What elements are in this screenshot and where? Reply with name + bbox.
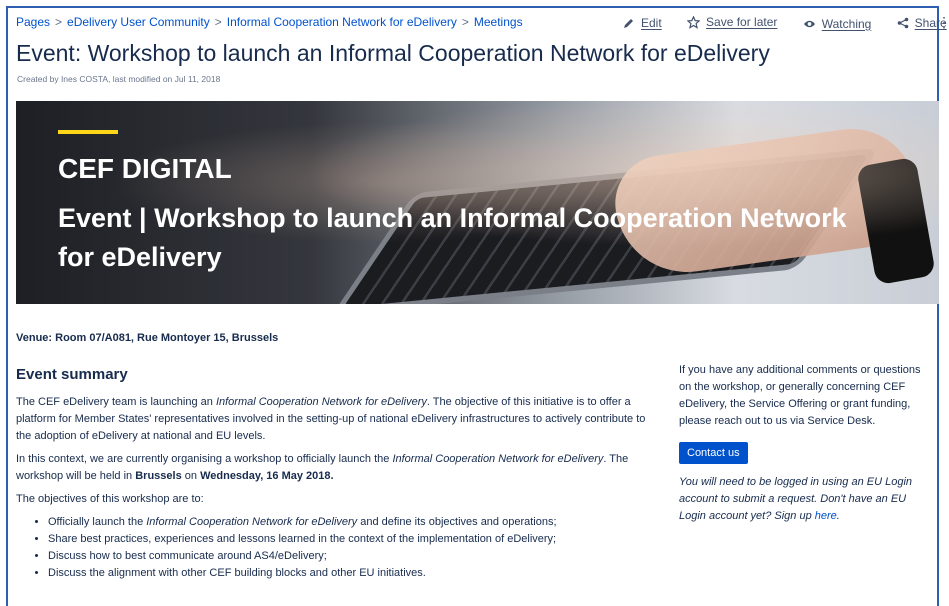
text-run: You will need to be logged in using an E… xyxy=(679,476,913,522)
summary-paragraph-3: The objectives of this workshop are to: xyxy=(16,493,204,505)
text-run-italic: Informal Cooperation Network for eDelive… xyxy=(215,396,427,408)
breadcrumb-separator: > xyxy=(214,15,222,29)
sidebar-text: If you have any additional comments or q… xyxy=(679,364,921,427)
breadcrumb-separator: > xyxy=(461,15,469,29)
page-byline: Created by Ines COSTA, last modified on … xyxy=(17,74,221,84)
breadcrumb-separator: > xyxy=(55,15,63,29)
text-run: Officially launch the xyxy=(48,516,147,528)
breadcrumb-meetings[interactable]: Meetings xyxy=(474,15,523,29)
list-item: Discuss how to best communicate around A… xyxy=(48,548,656,565)
eye-icon xyxy=(803,20,815,27)
watching-button[interactable]: Watching xyxy=(803,16,872,31)
list-item: Share best practices, experiences and le… xyxy=(48,531,656,548)
event-summary-heading: Event summary xyxy=(16,366,128,383)
pencil-icon xyxy=(624,18,633,28)
page-actions: Edit Save for later Watching Share xyxy=(623,15,949,32)
more-icon[interactable]: ⋮ xyxy=(937,14,949,31)
venue-text: Venue: Room 07/A081, Rue Montoyer 15, Br… xyxy=(16,332,279,344)
edit-button[interactable]: Edit xyxy=(623,16,662,30)
text-run: In this context, we are currently organi… xyxy=(16,453,393,465)
banner-accent-bar xyxy=(58,130,118,134)
text-run-bold: Wednesday, 16 May 2018. xyxy=(200,470,334,482)
login-note: You will need to be logged in using an E… xyxy=(679,474,935,525)
top-bar: Pages > eDelivery User Community > Informal … xyxy=(16,12,947,34)
summary-paragraph-1: The CEF eDelivery team is launching an I… xyxy=(16,394,656,445)
text-run: . xyxy=(836,510,840,522)
edit-label: Edit xyxy=(641,15,662,30)
contact-sidebar: If you have any additional comments or q… xyxy=(679,362,935,525)
text-run: and define its objectives and operations… xyxy=(357,516,557,528)
breadcrumb-informal-cooperation-network[interactable]: Informal Cooperation Network for eDelive… xyxy=(227,15,457,29)
event-banner: CEF DIGITAL Event | Workshop to launch a… xyxy=(16,101,939,304)
banner-brand: CEF DIGITAL xyxy=(58,153,232,184)
star-icon xyxy=(687,15,701,29)
page-title: Event: Workshop to launch an Informal Co… xyxy=(16,40,770,66)
text-run-bold: Brussels xyxy=(135,470,182,482)
watching-label: Watching xyxy=(821,16,872,31)
breadcrumb-edelivery-user-community[interactable]: eDelivery User Community xyxy=(67,15,210,29)
save-for-later-button[interactable]: Save for later xyxy=(687,15,777,29)
text-run-italic: Informal Cooperation Network for eDelive… xyxy=(392,453,604,465)
save-for-later-label: Save for later xyxy=(706,15,778,29)
breadcrumb: Pages > eDelivery User Community > Informal … xyxy=(16,15,523,29)
share-icon xyxy=(897,17,908,28)
breadcrumb-pages[interactable]: Pages xyxy=(16,15,50,29)
list-item: Officially launch the Informal Cooperati… xyxy=(48,514,656,531)
text-run: The CEF eDelivery team is launching an xyxy=(16,396,216,408)
event-summary-body: The CEF eDelivery team is launching an I… xyxy=(16,394,656,582)
text-run-italic: Informal Cooperation Network for eDelive… xyxy=(146,516,358,528)
list-item: Discuss the alignment with other CEF bui… xyxy=(48,565,656,582)
sign-up-link[interactable]: here xyxy=(815,510,837,522)
text-run: on xyxy=(181,470,201,482)
banner-headline: Event | Workshop to launch an Informal C… xyxy=(58,203,847,272)
contact-us-button[interactable]: Contact us xyxy=(679,442,748,464)
summary-paragraph-2: In this context, we are currently organi… xyxy=(16,451,656,485)
objectives-list: Officially launch the Informal Cooperati… xyxy=(16,514,656,582)
